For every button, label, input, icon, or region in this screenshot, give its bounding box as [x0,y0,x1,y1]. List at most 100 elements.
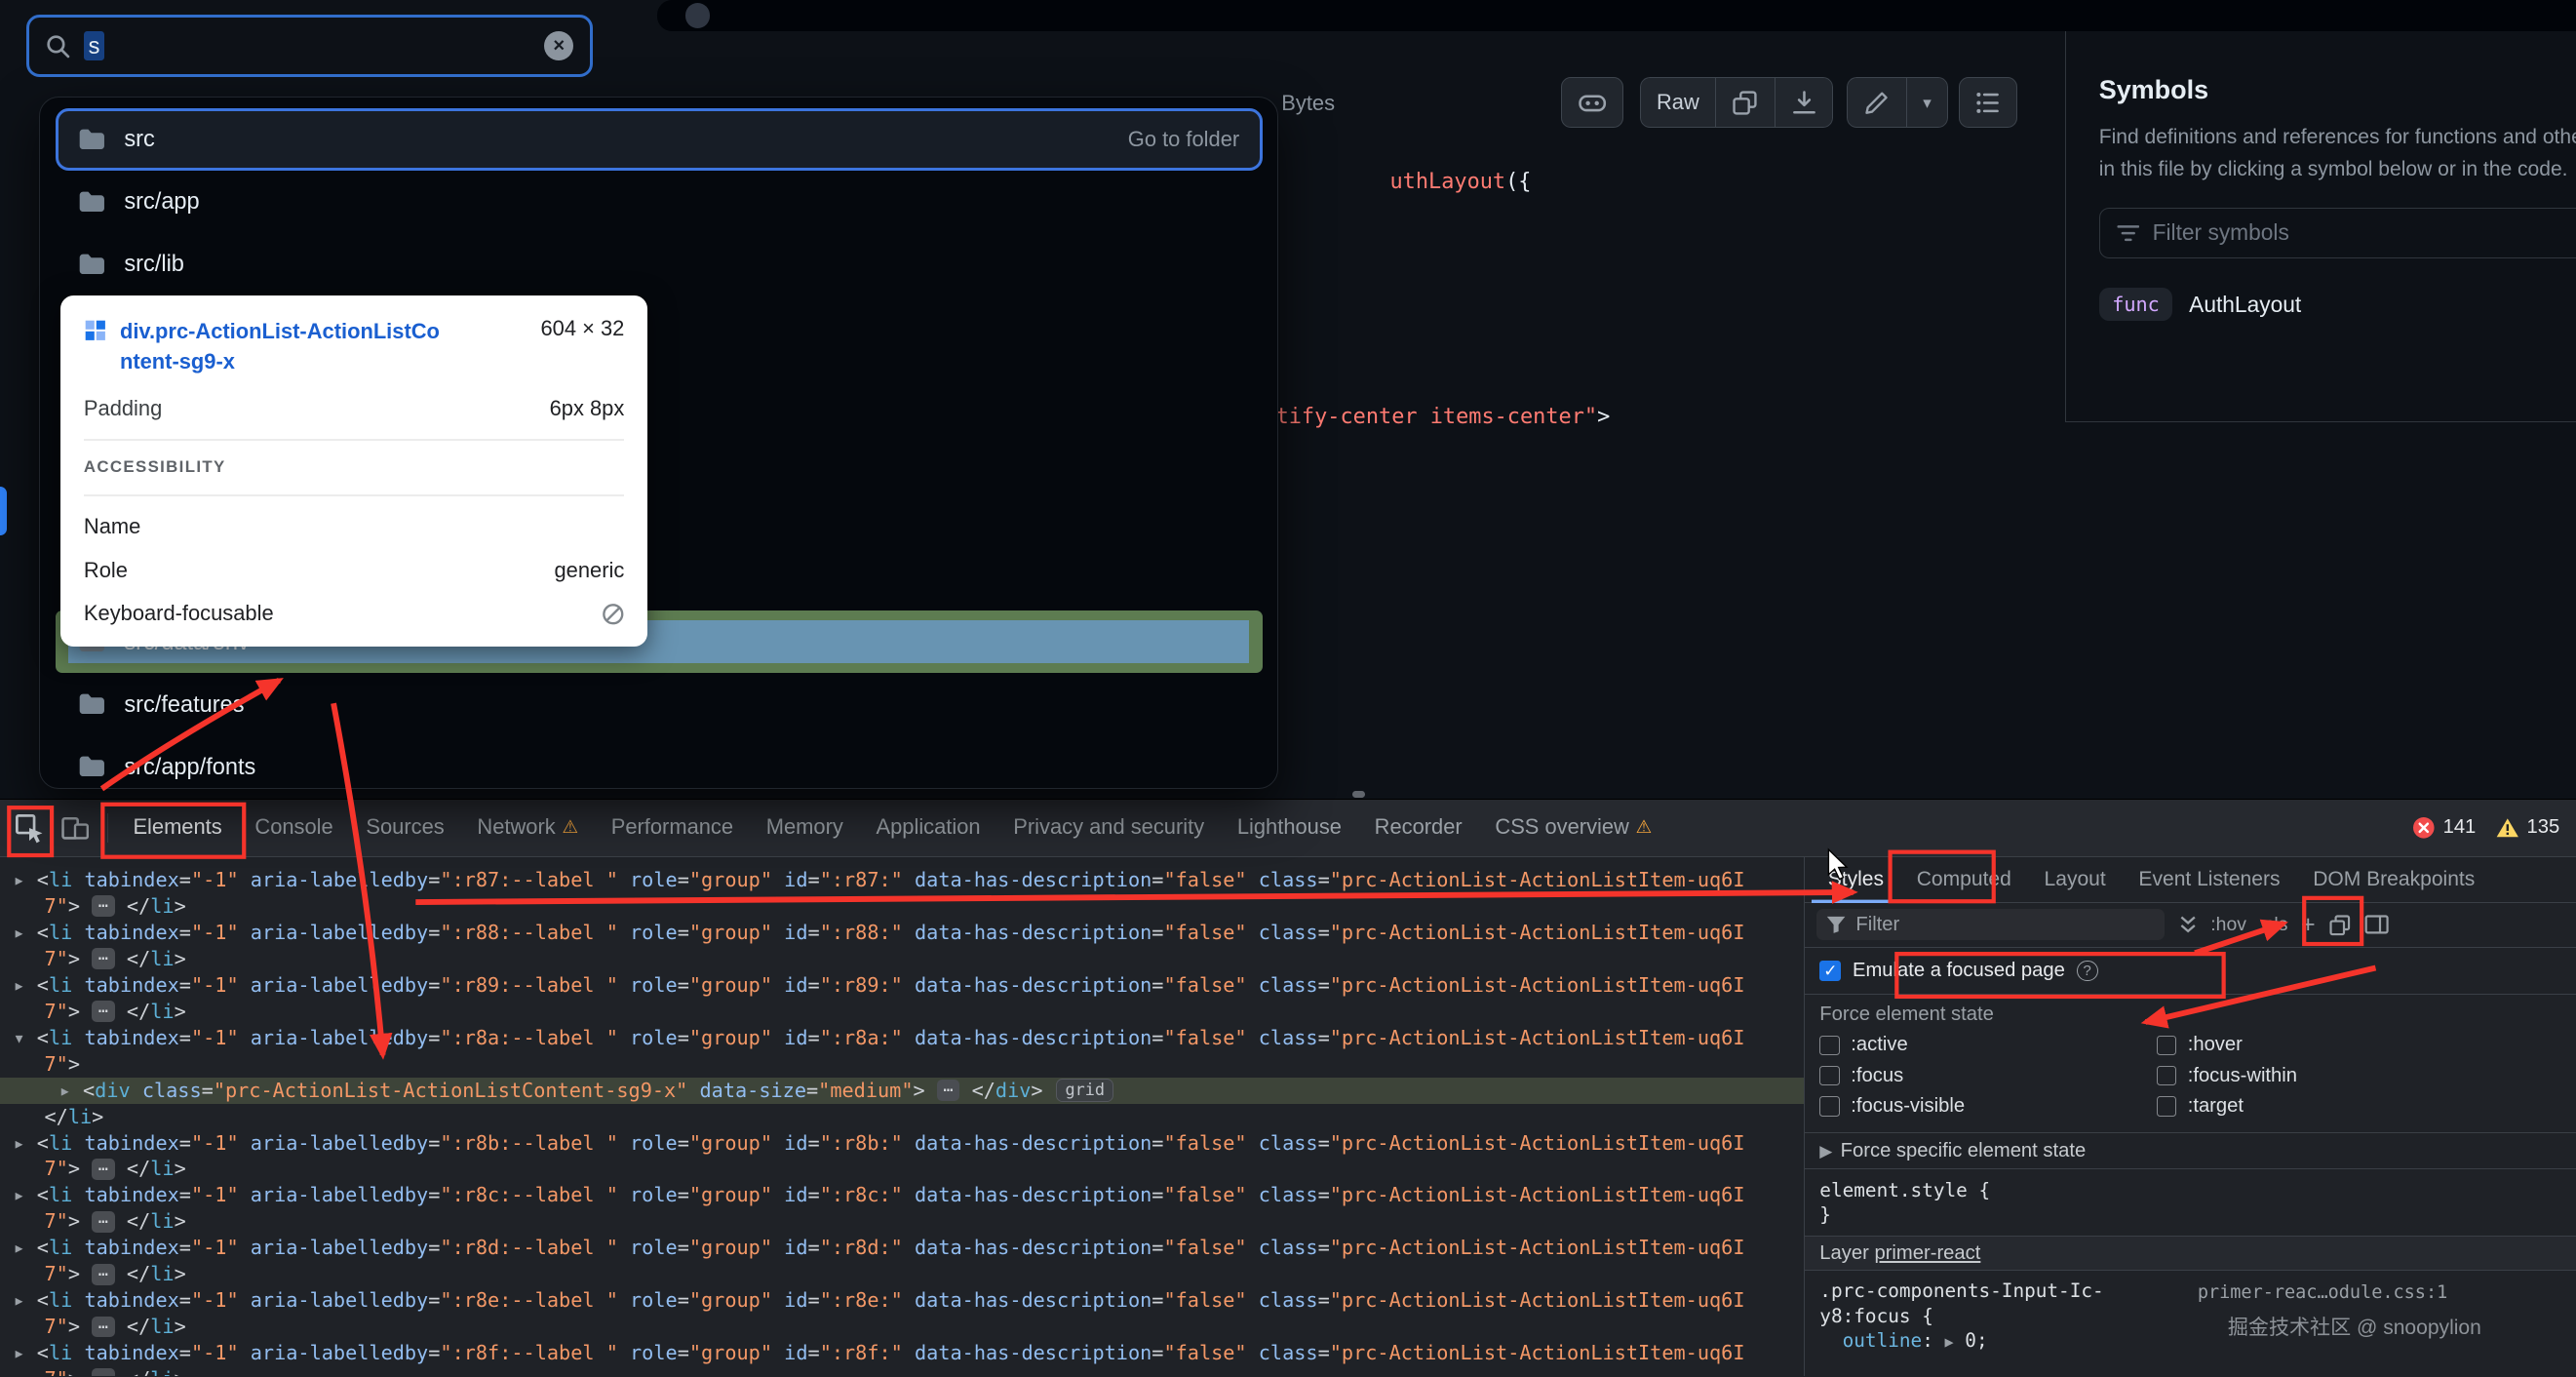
finder-row-src-app[interactable]: src/app [56,171,1263,233]
inline-ellipsis[interactable]: ⋯ [92,1210,115,1233]
elements-node-wrap[interactable]: 7"> ⋯ </li> [0,1156,1804,1182]
emulate-focused-page-row[interactable]: ✓ Emulate a focused page ? [1805,948,2576,996]
pseudo-class-focus-visible[interactable]: :focus-visible [1819,1095,2156,1118]
new-style-rule-button[interactable]: + [2301,912,2316,937]
inline-ellipsis[interactable]: ⋯ [92,1001,115,1022]
copy-button[interactable] [1715,77,1775,129]
devtools-tab-recorder[interactable]: Recorder [1358,799,1479,856]
elements-selected-node[interactable]: ▸ <div class="prc-ActionList-ActionListC… [0,1077,1805,1104]
force-specific-state-expander[interactable]: ▶ Force specific element state [1805,1133,2576,1170]
grid-badge[interactable]: grid [1056,1078,1114,1102]
sidebar-tab-event-listeners[interactable]: Event Listeners [2123,856,2297,902]
elements-node-wrap[interactable]: 7"> ⋯ </li> [0,999,1804,1025]
inline-ellipsis[interactable]: ⋯ [92,1316,115,1338]
pseudo-class-target[interactable]: :target [2156,1095,2493,1118]
symbol-result-row[interactable]: func AuthLayout [2098,288,2576,322]
pseudo-class-hover[interactable]: :hover [2156,1034,2493,1056]
inspect-element-button[interactable] [7,806,53,849]
devtools-tab-console[interactable]: Console [239,799,350,856]
sidebar-tab-layout[interactable]: Layout [2028,856,2123,902]
avatar[interactable] [684,3,710,28]
sidebar-tab-computed[interactable]: Computed [1900,856,2028,902]
edit-dropdown-button[interactable]: ▾ [1905,77,1949,129]
clear-search-button[interactable]: × [544,31,574,61]
checkbox-icon[interactable] [1819,1035,1840,1055]
element-classes-button[interactable]: .cls [2259,914,2287,936]
elements-node-wrap[interactable]: 7"> ⋯ </li> [0,893,1804,920]
elements-node-wrap[interactable]: 7"> ⋯ </li> [0,1366,1804,1377]
elements-node-wrap[interactable]: 7"> ⋯ </li> [0,1261,1804,1287]
inline-ellipsis[interactable]: ⋯ [92,1158,115,1180]
elements-node-wrap[interactable]: 7"> ⋯ </li> [0,946,1804,972]
inline-ellipsis[interactable]: ⋯ [92,948,115,970]
devtools-tab-lighthouse[interactable]: Lighthouse [1221,799,1358,856]
devtools-resize-handle[interactable] [1351,791,1366,799]
inline-ellipsis[interactable]: ⋯ [92,1263,115,1285]
raw-button[interactable]: Raw [1639,77,1716,129]
elements-node-collapsed[interactable]: ▸ <li tabindex="-1" aria-labelledby=":r8… [0,1235,1804,1261]
finder-row-src[interactable]: src Go to folder [55,107,1263,171]
device-toolbar-button[interactable] [53,806,98,849]
elements-node-collapsed[interactable]: ▸ <li tabindex="-1" aria-labelledby=":r8… [0,920,1804,946]
elements-node-expanded[interactable]: ▾ <li tabindex="-1" aria-labelledby=":r8… [0,1025,1804,1051]
elements-node-collapsed[interactable]: ▸ <li tabindex="-1" aria-labelledby=":r8… [0,1340,1804,1366]
devtools-tab-memory[interactable]: Memory [750,799,860,856]
error-counter[interactable]: 141 [2412,816,2476,840]
devtools-tab-css-overview[interactable]: CSS overview ⚠ [1479,799,1669,856]
devtools-tab-application[interactable]: Application [860,799,997,856]
force-element-state-label: Force element state [1819,1003,1994,1025]
shorthand-expander-icon[interactable]: ▶ [1945,1333,1954,1351]
computed-panel-icon[interactable] [2364,914,2389,935]
sidebar-tab-styles[interactable]: Styles [1812,856,1900,902]
elements-node-wrap[interactable]: 7"> [0,1051,1804,1078]
collapse-sections-icon[interactable] [2178,915,2198,934]
warning-counter[interactable]: 135 [2496,816,2559,839]
checkbox-icon[interactable] [1819,1096,1840,1117]
checkbox-icon[interactable] [2156,1096,2176,1117]
finder-row-src-app-fonts[interactable]: src/app/fonts [56,735,1263,788]
toggle-element-state-button[interactable]: :hov [2210,914,2246,936]
sidebar-tab-dom-breakpoints[interactable]: DOM Breakpoints [2296,856,2491,902]
finder-row-src-lib[interactable]: src/lib [56,233,1263,295]
checkbox-checked-icon[interactable]: ✓ [1819,960,1842,982]
layer-link[interactable]: primer-react [1874,1242,1980,1264]
download-button[interactable] [1774,77,1834,129]
symbols-toggle-button[interactable] [1958,77,2018,129]
elements-node-collapsed[interactable]: ▸ <li tabindex="-1" aria-labelledby=":r8… [0,867,1804,893]
filter-symbols-input[interactable]: Filter symbols [2098,207,2576,258]
elements-tree[interactable]: ▸ <li tabindex="-1" aria-labelledby=":r8… [0,857,1805,1377]
pseudo-class-focus[interactable]: :focus [1819,1065,2156,1087]
elements-node-collapsed[interactable]: ▸ <li tabindex="-1" aria-labelledby=":r8… [0,1182,1804,1208]
elements-close-tag[interactable]: </li> [0,1104,1804,1130]
checkbox-icon[interactable] [2156,1035,2176,1055]
inline-ellipsis[interactable]: ⋯ [936,1079,960,1101]
checkbox-icon[interactable] [1819,1066,1840,1086]
elements-node-collapsed[interactable]: ▸ <li tabindex="-1" aria-labelledby=":r8… [0,972,1804,999]
file-finder-search-input[interactable]: s × [25,15,594,78]
layers-icon[interactable] [2328,914,2352,937]
pseudo-class-active[interactable]: :active [1819,1034,2156,1056]
styles-filter-input[interactable]: Filter [1815,909,2166,941]
elements-node-collapsed[interactable]: ▸ <li tabindex="-1" aria-labelledby=":r8… [0,1287,1804,1314]
finder-row-src-features[interactable]: src/features [56,673,1263,735]
rule-source-link[interactable]: primer-reac…odule.css:1 [2198,1280,2447,1305]
funnel-icon [1826,916,1846,933]
devtools-tab-network[interactable]: Network ⚠ [461,799,595,856]
elements-node-wrap[interactable]: 7"> ⋯ </li> [0,1314,1804,1340]
devtools-tab-sources[interactable]: Sources [350,799,461,856]
help-icon[interactable]: ? [2076,960,2098,982]
elements-node-collapsed[interactable]: ▸ <li tabindex="-1" aria-labelledby=":r8… [0,1130,1804,1157]
element-style-block[interactable]: element.style { } [1805,1169,2576,1237]
inline-ellipsis[interactable]: ⋯ [92,1368,115,1377]
inline-ellipsis[interactable]: ⋯ [92,895,115,918]
raw-copy-download-group: Raw [1639,77,1834,129]
edit-button[interactable] [1846,77,1906,129]
devtools-tab-performance[interactable]: Performance [595,799,750,856]
copilot-button[interactable] [1560,77,1623,129]
elements-node-wrap[interactable]: 7"> ⋯ </li> [0,1208,1804,1235]
devtools-tab-privacy-and-security[interactable]: Privacy and security [996,799,1221,856]
devtools-tab-elements[interactable]: Elements [117,799,239,856]
pseudo-class-focus-within[interactable]: :focus-within [2156,1065,2493,1087]
finder-row-label: src [124,126,155,152]
checkbox-icon[interactable] [2156,1066,2176,1086]
